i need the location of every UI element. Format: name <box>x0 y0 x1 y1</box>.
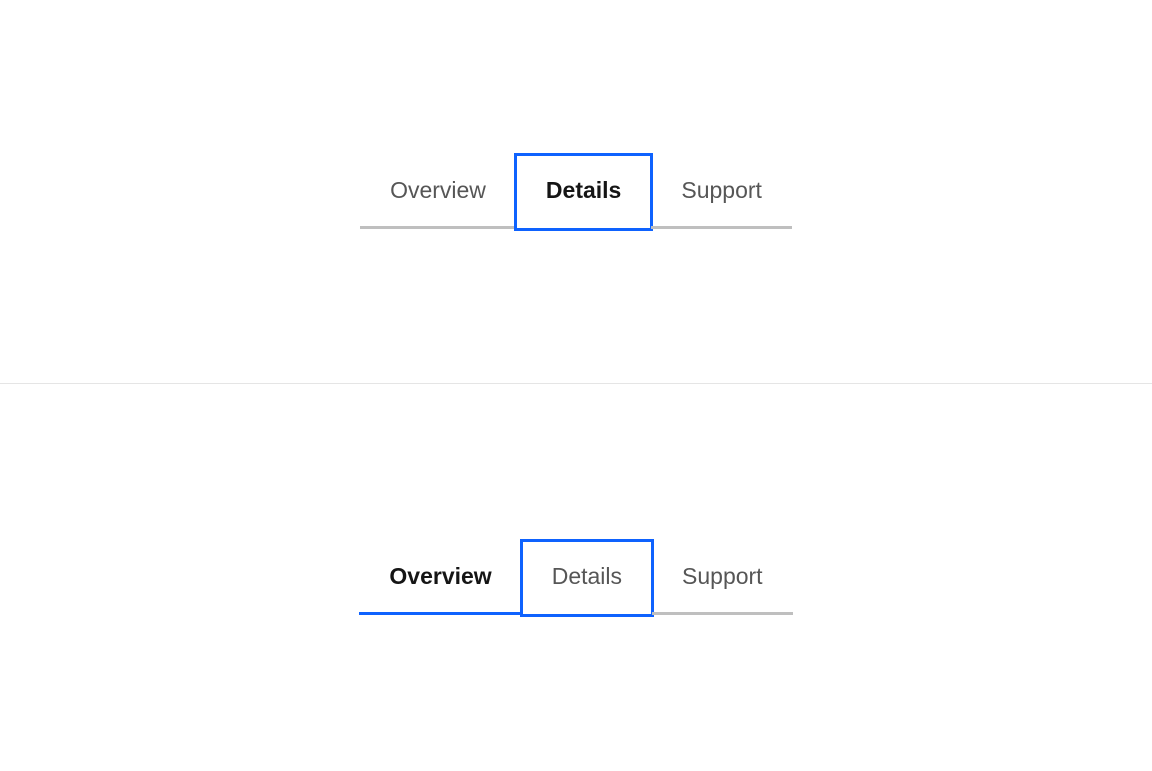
tab-details[interactable]: Details <box>516 155 651 229</box>
tab-overview[interactable]: Overview <box>359 541 521 615</box>
tab-example-selected-focused: Overview Details Support <box>0 0 1152 384</box>
tab-label: Details <box>546 177 621 204</box>
tab-example-unselected-focused: Overview Details Support <box>0 384 1152 771</box>
tabs-group-1: Overview Details Support <box>360 155 792 229</box>
tab-overview[interactable]: Overview <box>360 155 516 229</box>
tab-support[interactable]: Support <box>651 155 792 229</box>
tab-support[interactable]: Support <box>652 541 793 615</box>
tab-label: Support <box>682 563 763 590</box>
tab-label: Overview <box>389 563 491 590</box>
tab-label: Overview <box>390 177 486 204</box>
tab-details[interactable]: Details <box>522 541 652 615</box>
tab-label: Support <box>681 177 762 204</box>
tab-label: Details <box>552 563 622 590</box>
tabs-group-2: Overview Details Support <box>359 541 792 615</box>
